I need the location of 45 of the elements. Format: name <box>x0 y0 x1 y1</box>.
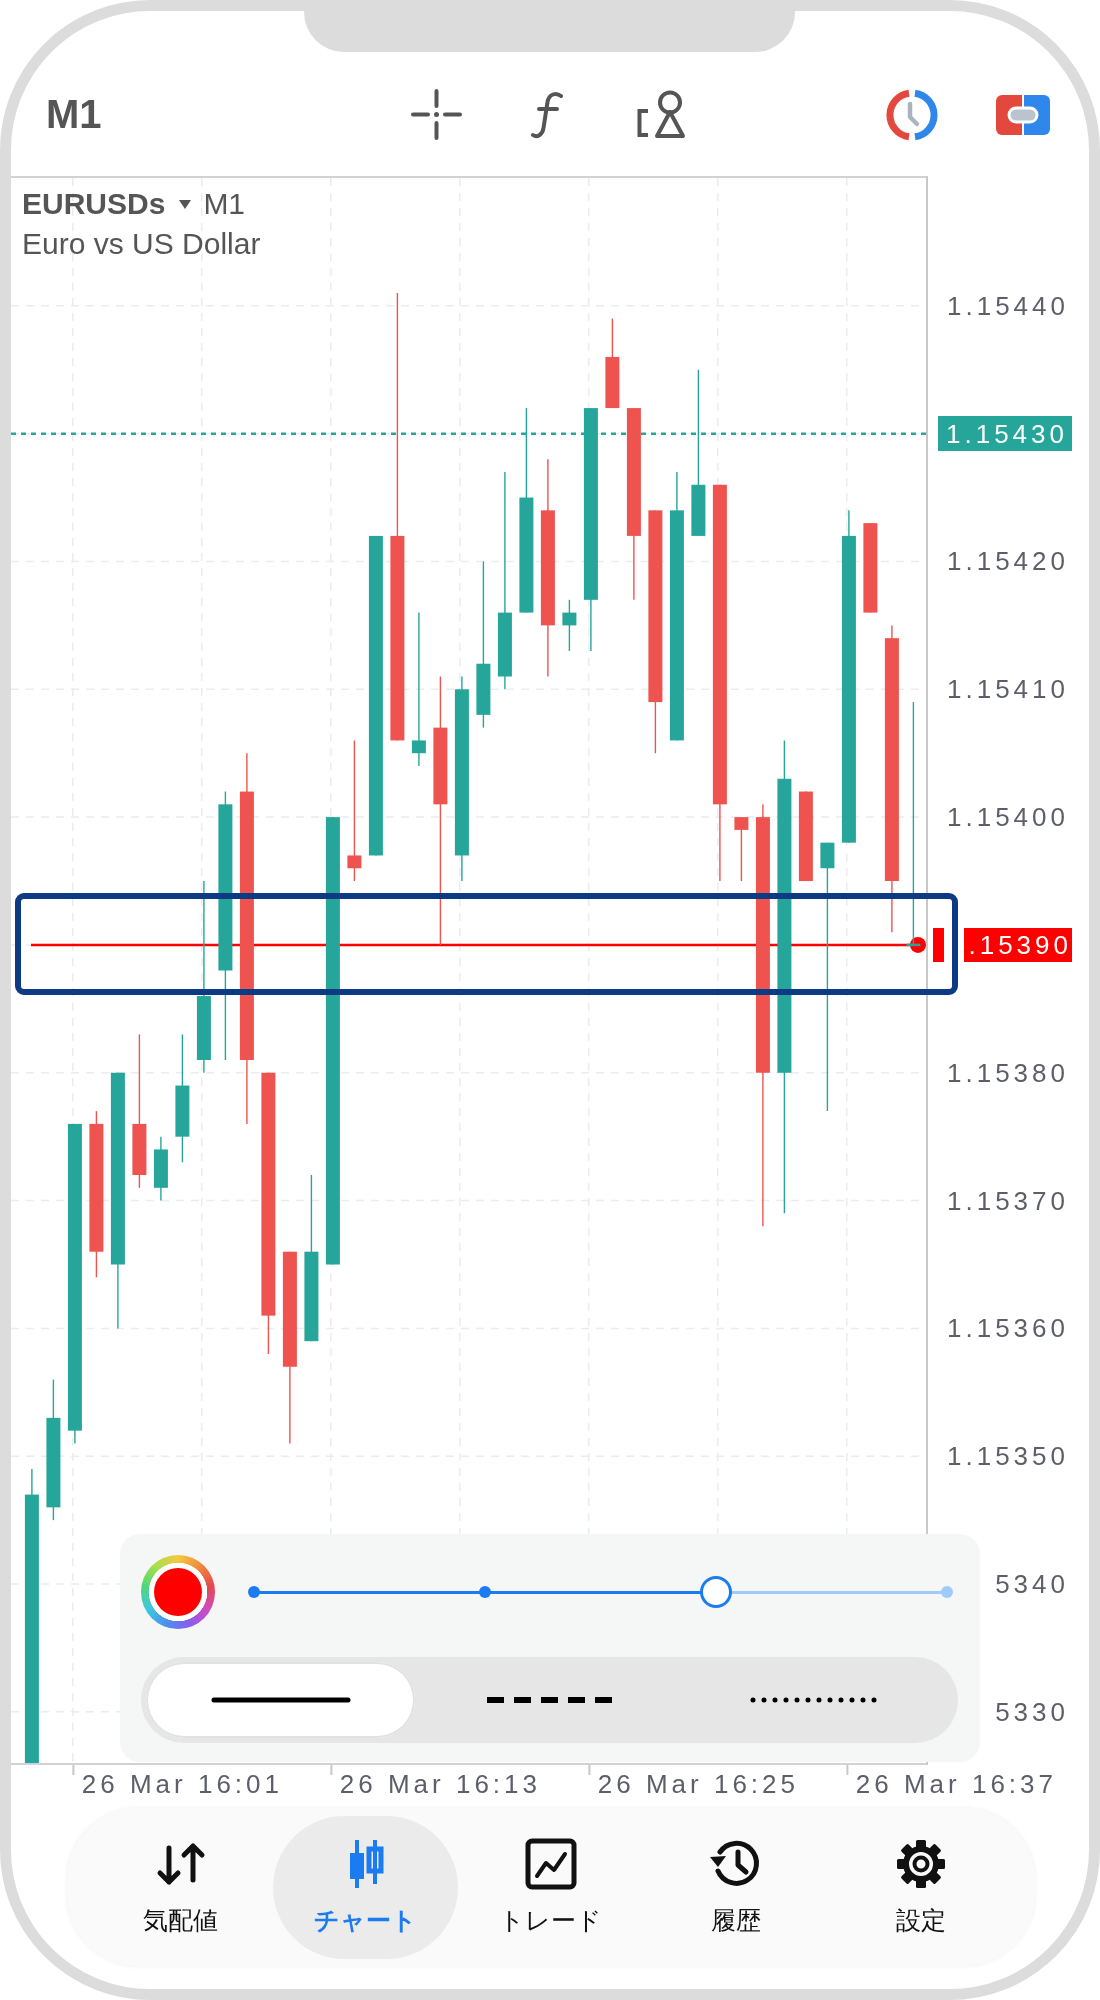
line-style-option[interactable] <box>146 1662 415 1738</box>
price-marker <box>933 927 945 962</box>
price-label: 1.15440 <box>947 290 1069 321</box>
crosshair-icon[interactable] <box>410 88 463 141</box>
price-label: 5340 <box>995 1569 1069 1600</box>
thickness-slider[interactable] <box>248 1576 953 1608</box>
candle <box>562 599 577 652</box>
split-clock-icon[interactable] <box>886 88 938 141</box>
tab-bar-item[interactable]: 気配値 <box>88 1815 273 1959</box>
slider-stop-icon <box>941 1586 953 1598</box>
price-label: 1.15420 <box>947 546 1069 577</box>
caret-icon[interactable] <box>179 199 192 209</box>
time-label: 26 Mar 16:01 <box>81 1769 283 1799</box>
split-toggle-icon[interactable] <box>996 94 1050 135</box>
time-label: 26 Mar 16:13 <box>339 1769 541 1799</box>
slider-thumb[interactable] <box>700 1576 733 1608</box>
price-label: 1.15360 <box>947 1313 1069 1344</box>
slider-stop-icon <box>479 1586 491 1598</box>
price-label: 1.15370 <box>947 1185 1069 1216</box>
price-label: 5330 <box>995 1696 1069 1727</box>
timeframe-label[interactable]: M1 <box>46 92 102 137</box>
dashed-line-icon <box>487 1697 612 1703</box>
price-label: 1.15350 <box>947 1441 1069 1472</box>
solid-line-icon <box>210 1697 351 1703</box>
candle <box>734 816 749 882</box>
slider-stop-icon <box>248 1586 260 1598</box>
symbol-description: Euro vs US Dollar <box>22 226 261 262</box>
time-label: 26 Mar 16:37 <box>855 1769 1057 1799</box>
tab-bar-item[interactable]: トレード <box>458 1815 643 1959</box>
tab-bar-item[interactable]: 履歴 <box>643 1815 828 1959</box>
candle <box>153 1135 168 1202</box>
shapes-icon[interactable] <box>636 89 686 140</box>
line-price-label: .15390 <box>964 927 1072 962</box>
line-handle[interactable] <box>910 936 926 953</box>
price-label: 1.15400 <box>947 802 1069 833</box>
time-label: 26 Mar 16:25 <box>597 1769 799 1799</box>
settings-icon <box>894 1837 947 1890</box>
tab-bar-item[interactable]: 設定 <box>828 1815 1013 1959</box>
bid-price-label: 1.15430 <box>938 416 1072 452</box>
line-chart-icon <box>524 1837 577 1890</box>
function-icon[interactable] <box>530 90 565 139</box>
price-label: 1.15380 <box>947 1057 1069 1088</box>
timeframe-label: M1 <box>203 186 246 222</box>
price-label: 1.15410 <box>947 674 1069 705</box>
symbol-name[interactable]: EURUSDs <box>22 186 166 222</box>
